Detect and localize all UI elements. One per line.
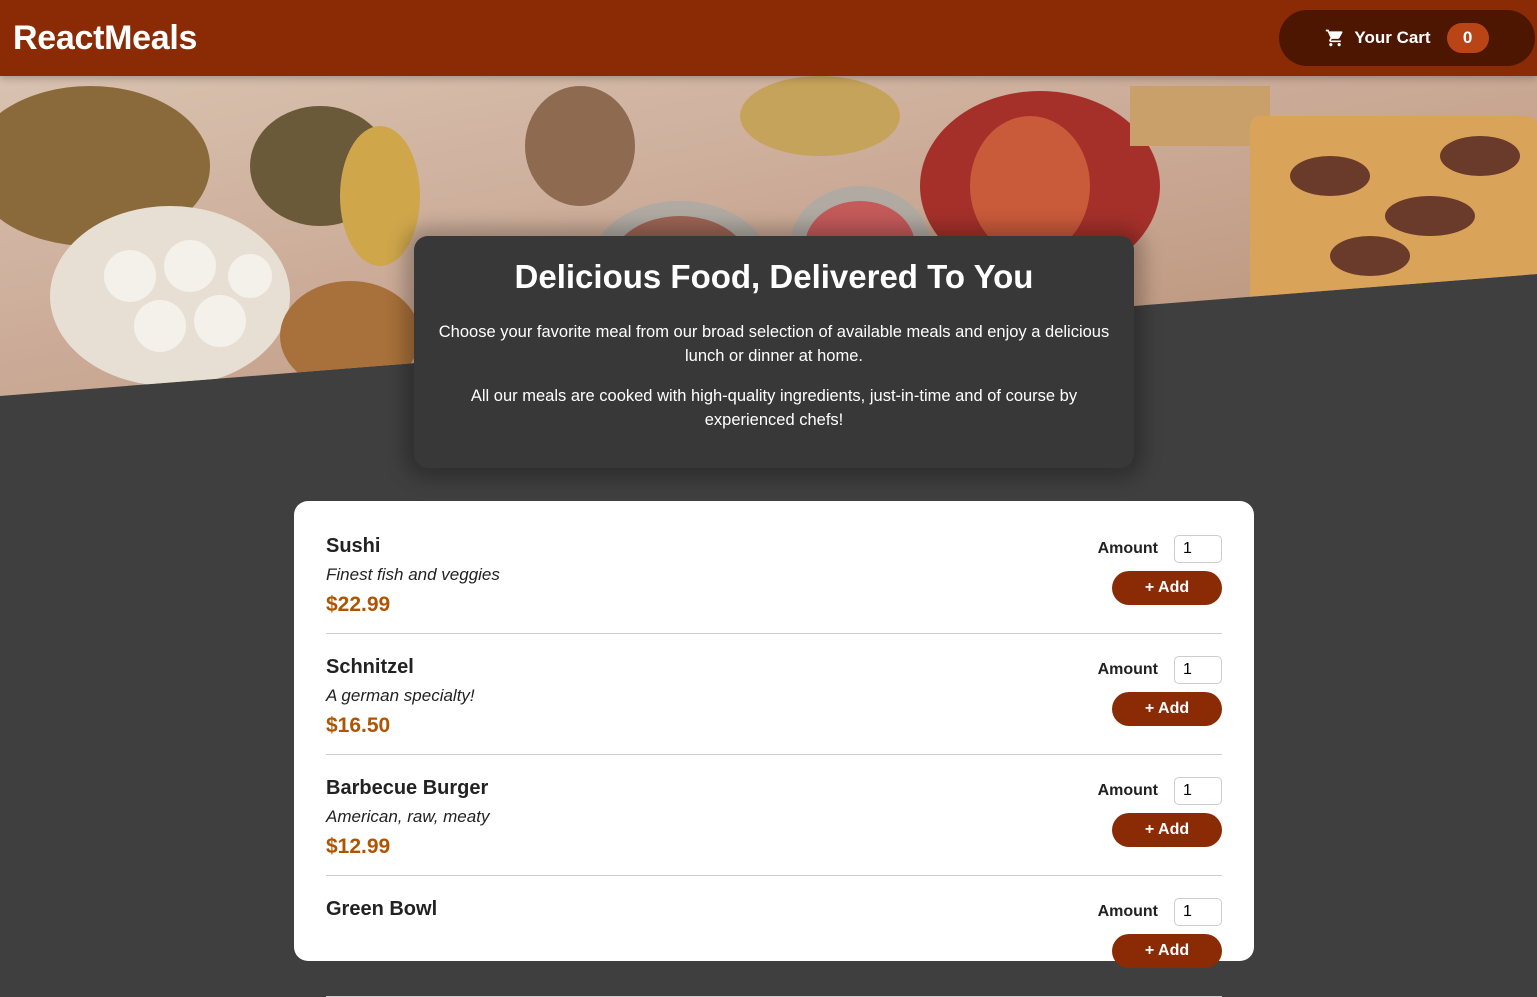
- meal-name: Schnitzel: [326, 656, 414, 678]
- meal-info: Schnitzel A german specialty! $16.50: [326, 656, 475, 754]
- meal-description: Finest fish and veggies: [326, 565, 500, 584]
- meal-price: $12.99: [326, 835, 391, 858]
- add-to-cart-button[interactable]: + Add: [1112, 692, 1222, 726]
- meal-info: Barbecue Burger American, raw, meaty $12…: [326, 777, 489, 875]
- meal-item: Green Bowl Amount + Add: [326, 876, 1222, 997]
- amount-label: Amount: [1097, 782, 1158, 799]
- meal-form: Amount + Add: [1098, 535, 1222, 633]
- cart-button[interactable]: Your Cart 0: [1279, 10, 1535, 66]
- amount-input[interactable]: [1174, 898, 1222, 926]
- meal-name: Green Bowl: [326, 898, 438, 920]
- meal-form: Amount + Add: [1098, 656, 1222, 754]
- app-header: ReactMeals Your Cart 0: [0, 0, 1537, 76]
- meal-item: Barbecue Burger American, raw, meaty $12…: [326, 755, 1222, 876]
- amount-input[interactable]: [1174, 535, 1222, 563]
- amount-row: Amount: [1098, 656, 1222, 684]
- add-to-cart-button[interactable]: + Add: [1112, 571, 1222, 605]
- amount-input[interactable]: [1174, 656, 1222, 684]
- add-to-cart-button[interactable]: + Add: [1112, 934, 1222, 968]
- meal-price: $22.99: [326, 593, 391, 616]
- summary-paragraph: Choose your favorite meal from our broad…: [438, 323, 1110, 365]
- summary-card: Delicious Food, Delivered To You Choose …: [414, 236, 1134, 468]
- add-to-cart-button[interactable]: + Add: [1112, 813, 1222, 847]
- shopping-cart-icon: [1325, 28, 1345, 48]
- amount-row: Amount: [1098, 898, 1222, 926]
- meal-name: Sushi: [326, 535, 381, 557]
- amount-label: Amount: [1097, 540, 1158, 557]
- amount-label: Amount: [1097, 903, 1158, 920]
- cart-count-badge: 0: [1446, 23, 1489, 53]
- amount-label: Amount: [1097, 661, 1158, 678]
- amount-row: Amount: [1098, 777, 1222, 805]
- meal-info: Green Bowl: [326, 898, 437, 996]
- meal-form: Amount + Add: [1098, 777, 1222, 875]
- amount-input[interactable]: [1174, 777, 1222, 805]
- cart-label: Your Cart: [1354, 28, 1431, 47]
- meal-price: $16.50: [326, 714, 391, 737]
- meal-info: Sushi Finest fish and veggies $22.99: [326, 535, 500, 633]
- meal-description: A german specialty!: [326, 686, 475, 705]
- meal-description: American, raw, meaty: [326, 807, 490, 826]
- summary-title: Delicious Food, Delivered To You: [514, 258, 1034, 295]
- summary-paragraph: All our meals are cooked with high-quali…: [470, 387, 1078, 429]
- amount-row: Amount: [1098, 535, 1222, 563]
- meal-item: Sushi Finest fish and veggies $22.99 Amo…: [326, 513, 1222, 634]
- meals-list: Sushi Finest fish and veggies $22.99 Amo…: [294, 501, 1254, 997]
- brand-logo: ReactMeals: [13, 18, 198, 57]
- meal-form: Amount + Add: [1098, 898, 1222, 996]
- meal-name: Barbecue Burger: [326, 777, 489, 799]
- meal-item: Schnitzel A german specialty! $16.50 Amo…: [326, 634, 1222, 755]
